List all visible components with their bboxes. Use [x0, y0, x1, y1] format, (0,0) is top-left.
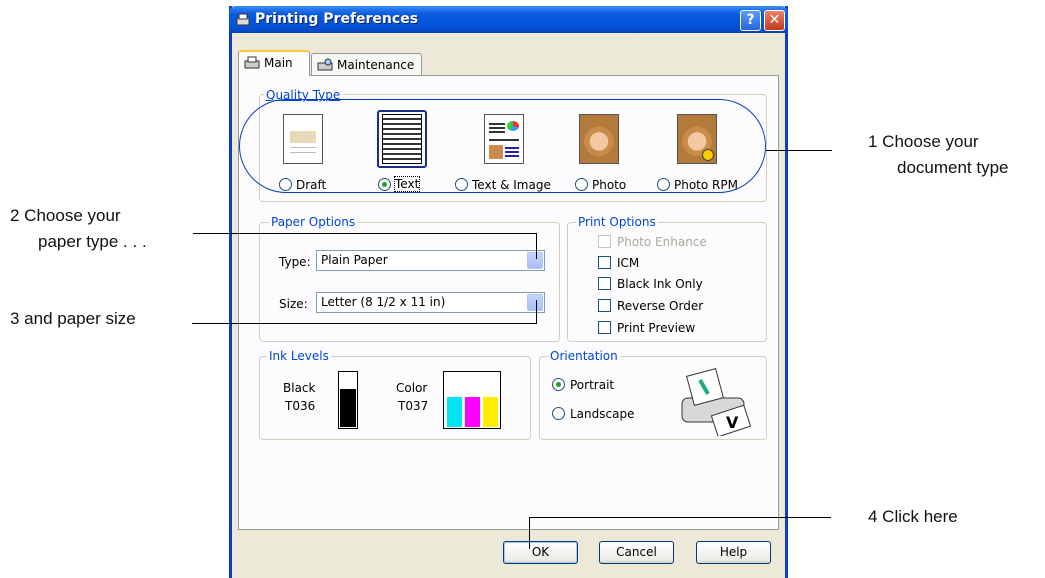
- callout-4-line: [529, 517, 831, 518]
- chevron-down-icon[interactable]: [527, 294, 543, 311]
- callout-4-drop: [529, 517, 530, 549]
- color-ink-code: T037: [398, 399, 429, 413]
- print-options-label: Print Options: [576, 215, 658, 229]
- orientation-label: Orientation: [548, 349, 620, 363]
- portrait-label: Portrait: [570, 378, 615, 392]
- callout-2-drop: [536, 233, 537, 259]
- tab-maintenance[interactable]: Maintenance: [311, 53, 422, 75]
- chevron-down-icon[interactable]: [527, 252, 543, 269]
- black-ink-code: T036: [285, 399, 316, 413]
- size-label: Size:: [279, 297, 308, 311]
- black-ink-cartridge: [338, 371, 358, 429]
- reverse-order-checkbox[interactable]: [598, 299, 611, 312]
- callout-3-line: [192, 323, 537, 324]
- landscape-radio[interactable]: [552, 407, 565, 420]
- tab-main[interactable]: Main: [238, 50, 310, 76]
- icm-label: ICM: [617, 256, 640, 270]
- tab-main-label: Main: [264, 56, 293, 70]
- black-ink-level: [340, 389, 356, 427]
- color-ink-name: Color: [396, 381, 428, 395]
- paper-type-value: Plain Paper: [321, 253, 388, 267]
- ink-levels-label: Ink Levels: [267, 349, 331, 363]
- callout-1-line2: document type: [897, 158, 1009, 177]
- print-preview-checkbox[interactable]: [598, 321, 611, 334]
- magenta-ink-level: [465, 397, 480, 427]
- callout-2-line: [193, 233, 537, 234]
- callout-3: 3 and paper size: [10, 309, 136, 328]
- paper-options-group: [259, 222, 560, 342]
- maintenance-tab-icon: [317, 58, 333, 71]
- quality-type-highlight-oval: [239, 99, 766, 193]
- printer-icon: [236, 13, 250, 26]
- svg-text:V: V: [726, 413, 739, 432]
- help-title-button[interactable]: ?: [740, 10, 761, 31]
- paper-type-select[interactable]: Plain Paper: [316, 250, 545, 271]
- landscape-label: Landscape: [570, 407, 635, 421]
- paper-size-value: Letter (8 1/2 x 11 in): [321, 295, 446, 309]
- cancel-button[interactable]: Cancel: [599, 541, 674, 564]
- photo-enhance-checkbox[interactable]: [598, 235, 611, 248]
- icm-checkbox[interactable]: [598, 256, 611, 269]
- callout-3-rise: [536, 300, 537, 324]
- paper-size-select[interactable]: Letter (8 1/2 x 11 in): [316, 292, 545, 313]
- tab-maintenance-label: Maintenance: [337, 58, 415, 72]
- photo-enhance-label: Photo Enhance: [617, 235, 707, 249]
- black-ink-only-label: Black Ink Only: [617, 277, 703, 291]
- black-ink-name: Black: [283, 381, 316, 395]
- help-button[interactable]: Help: [696, 541, 771, 564]
- color-ink-cartridge: [443, 371, 501, 429]
- print-preview-label: Print Preview: [617, 321, 696, 335]
- printer-tab-icon: [244, 56, 260, 69]
- callout-1-line: [766, 150, 832, 151]
- window-title: Printing Preferences: [255, 11, 419, 27]
- type-label: Type:: [279, 255, 311, 269]
- yellow-ink-level: [483, 397, 498, 427]
- callout-4: 4 Click here: [868, 507, 958, 526]
- callout-2-line1: 2 Choose your: [10, 206, 121, 225]
- printer-orientation-icon: V: [681, 368, 752, 436]
- paper-options-label: Paper Options: [269, 215, 358, 229]
- callout-2-line2: paper type . . .: [38, 232, 147, 251]
- black-ink-only-checkbox[interactable]: [598, 277, 611, 290]
- reverse-order-label: Reverse Order: [617, 299, 704, 313]
- cyan-ink-level: [447, 397, 462, 427]
- close-button[interactable]: ✕: [764, 10, 785, 31]
- portrait-radio[interactable]: [552, 378, 565, 391]
- callout-1-line1: 1 Choose your: [868, 132, 979, 151]
- ok-button[interactable]: OK: [503, 541, 578, 564]
